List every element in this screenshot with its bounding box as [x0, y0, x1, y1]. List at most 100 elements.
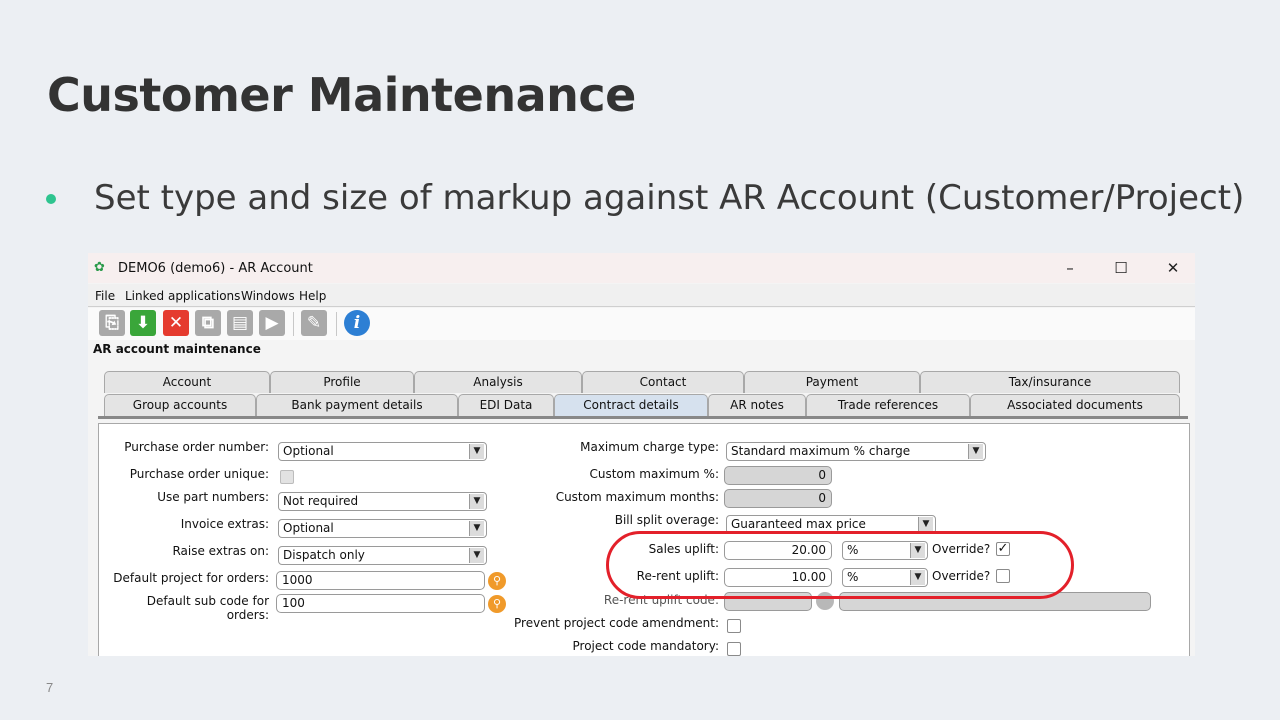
page-number: 7 — [46, 680, 54, 695]
rerent-uplift-input[interactable]: 10.00 — [724, 568, 832, 587]
section-title: AR account maintenance — [93, 342, 261, 356]
rerent-uplift-code-input[interactable] — [724, 592, 812, 611]
tab-payment[interactable]: Payment — [744, 371, 920, 393]
print-icon[interactable]: ▤ — [227, 310, 253, 336]
menu-file[interactable]: File — [95, 289, 115, 303]
custom-max-pct-label: Custom maximum %: — [589, 467, 719, 481]
new-record-icon[interactable]: ⎘ — [99, 310, 125, 336]
bill-split-overage-label: Bill split overage: — [614, 513, 719, 527]
ar-account-window: ✿ DEMO6 (demo6) - AR Account – ☐ ✕ File … — [88, 253, 1195, 656]
sales-uplift-label: Sales uplift: — [648, 542, 719, 556]
menu-windows[interactable]: Windows — [241, 289, 295, 303]
tab-tax-insurance[interactable]: Tax/insurance — [920, 371, 1180, 393]
prevent-amendment-checkbox[interactable] — [727, 619, 741, 633]
chevron-down-icon: ▼ — [469, 521, 484, 536]
tab-profile[interactable]: Profile — [270, 371, 414, 393]
sales-uplift-type-select[interactable]: % ▼ — [842, 541, 928, 560]
project-lookup-icon[interactable]: ⚲ — [488, 572, 506, 590]
sales-uplift-override-label: Override? — [932, 542, 991, 556]
toolbar: ⎘ ⬇ ✕ ⧉ ▤ ▶ ✎ i — [88, 308, 1195, 340]
rerent-code-lookup-icon[interactable] — [816, 592, 834, 610]
po-number-label: Purchase order number: — [124, 440, 269, 454]
app-logo-icon: ✿ — [94, 260, 105, 275]
custom-max-months-label: Custom maximum months: — [555, 490, 719, 504]
maximize-button[interactable]: ☐ — [1106, 257, 1136, 279]
tab-contract-details[interactable]: Contract details — [554, 394, 708, 416]
sales-uplift-type-value: % — [847, 543, 859, 557]
tab-trade-references[interactable]: Trade references — [806, 394, 970, 416]
raise-extras-on-select[interactable]: Dispatch only ▼ — [278, 546, 487, 565]
sub-code-lookup-icon[interactable]: ⚲ — [488, 595, 506, 613]
tab-associated-documents[interactable]: Associated documents — [970, 394, 1180, 416]
use-part-numbers-select[interactable]: Not required ▼ — [278, 492, 487, 511]
close-button[interactable]: ✕ — [1158, 257, 1188, 279]
rerent-uplift-label: Re-rent uplift: — [636, 569, 719, 583]
po-number-value: Optional — [283, 444, 334, 458]
title-bar: ✿ DEMO6 (demo6) - AR Account – ☐ ✕ — [88, 253, 1195, 283]
max-charge-type-value: Standard maximum % charge — [731, 444, 911, 458]
chevron-down-icon: ▼ — [910, 543, 925, 558]
cancel-icon[interactable]: ✕ — [163, 310, 189, 336]
chevron-down-icon: ▼ — [910, 570, 925, 585]
toolbar-separator — [293, 312, 294, 336]
run-icon[interactable]: ▶ — [259, 310, 285, 336]
rerent-uplift-override-checkbox[interactable] — [996, 569, 1010, 583]
po-unique-checkbox[interactable] — [280, 470, 294, 484]
rerent-uplift-type-select[interactable]: % ▼ — [842, 568, 928, 587]
custom-max-months-input[interactable]: 0 — [724, 489, 832, 508]
toolbar-separator — [336, 312, 337, 336]
bill-split-overage-value: Guaranteed max price — [731, 517, 866, 531]
bullet-text: Set type and size of markup against AR A… — [94, 178, 1245, 218]
info-icon[interactable]: i — [344, 310, 370, 336]
po-number-select[interactable]: Optional ▼ — [278, 442, 487, 461]
sales-uplift-override-checkbox[interactable]: ✓ — [996, 542, 1010, 556]
default-project-label: Default project for orders: — [113, 571, 269, 585]
tab-account[interactable]: Account — [104, 371, 270, 393]
window-title: DEMO6 (demo6) - AR Account — [118, 261, 313, 276]
raise-extras-on-label: Raise extras on: — [172, 544, 269, 558]
use-part-numbers-value: Not required — [283, 494, 359, 508]
menu-bar: File Linked applications Windows Help — [88, 284, 1195, 307]
project-code-mandatory-checkbox[interactable] — [727, 642, 741, 656]
po-unique-label: Purchase order unique: — [129, 467, 269, 481]
chevron-down-icon: ▼ — [968, 444, 983, 459]
rerent-uplift-override-label: Override? — [932, 569, 991, 583]
max-charge-type-label: Maximum charge type: — [580, 440, 719, 454]
slide-title: Customer Maintenance — [47, 68, 636, 122]
chevron-down-icon: ▼ — [469, 444, 484, 459]
sales-uplift-input[interactable]: 20.00 — [724, 541, 832, 560]
chevron-down-icon: ▼ — [469, 494, 484, 509]
chevron-down-icon: ▼ — [918, 517, 933, 532]
invoice-extras-value: Optional — [283, 521, 334, 535]
max-charge-type-select[interactable]: Standard maximum % charge ▼ — [726, 442, 986, 461]
menu-linked-applications[interactable]: Linked applications — [125, 289, 240, 303]
rerent-uplift-code-label: Re-rent uplift code: — [603, 593, 719, 607]
default-project-input[interactable]: 1000 — [276, 571, 485, 590]
copy-icon[interactable]: ⧉ — [195, 310, 221, 336]
rerent-uplift-code-description — [839, 592, 1151, 611]
attach-icon[interactable]: ✎ — [301, 310, 327, 336]
chevron-down-icon: ▼ — [469, 548, 484, 563]
tab-edi-data[interactable]: EDI Data — [458, 394, 554, 416]
save-icon[interactable]: ⬇ — [130, 310, 156, 336]
tab-ar-notes[interactable]: AR notes — [708, 394, 806, 416]
default-sub-code-label: Default sub code for orders: — [146, 594, 269, 622]
rerent-uplift-type-value: % — [847, 570, 859, 584]
custom-max-pct-input[interactable]: 0 — [724, 466, 832, 485]
project-code-mandatory-label: Project code mandatory: — [572, 639, 720, 653]
use-part-numbers-label: Use part numbers: — [157, 490, 269, 504]
default-sub-code-input[interactable]: 100 — [276, 594, 485, 613]
tab-bank-payment-details[interactable]: Bank payment details — [256, 394, 458, 416]
minimize-button[interactable]: – — [1055, 257, 1085, 279]
bill-split-overage-select[interactable]: Guaranteed max price ▼ — [726, 515, 936, 534]
tab-divider — [98, 416, 1188, 419]
menu-help[interactable]: Help — [299, 289, 326, 303]
bullet-dot — [46, 194, 56, 204]
tab-contact[interactable]: Contact — [582, 371, 744, 393]
prevent-amendment-label: Prevent project code amendment: — [514, 616, 719, 630]
contract-details-panel: Purchase order number: Optional ▼ Purcha… — [98, 423, 1190, 656]
raise-extras-on-value: Dispatch only — [283, 548, 365, 562]
tab-group-accounts[interactable]: Group accounts — [104, 394, 256, 416]
invoice-extras-select[interactable]: Optional ▼ — [278, 519, 487, 538]
tab-analysis[interactable]: Analysis — [414, 371, 582, 393]
